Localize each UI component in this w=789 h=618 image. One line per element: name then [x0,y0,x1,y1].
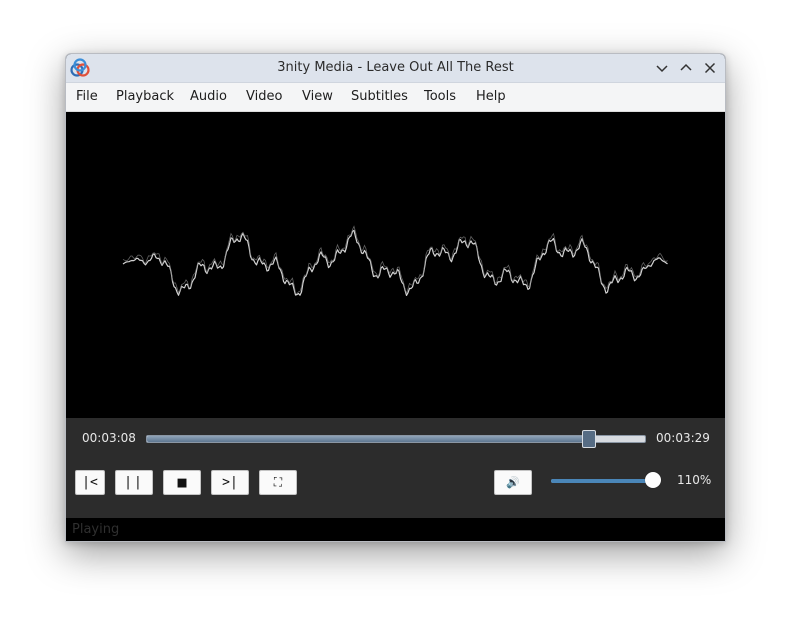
close-icon[interactable] [701,59,719,77]
waveform-shadow-line [122,225,668,295]
menu-video[interactable]: Video [246,83,282,111]
menu-view[interactable]: View [302,83,333,111]
minimize-icon[interactable] [653,59,671,77]
video-area[interactable] [66,112,725,418]
menu-playback[interactable]: Playback [116,83,174,111]
menu-subtitles[interactable]: Subtitles [351,83,408,111]
pause-button[interactable]: || [115,470,153,495]
volume-slider-handle[interactable] [644,472,661,488]
elapsed-time: 00:03:08 [82,431,136,445]
seek-bar-handle[interactable] [581,430,596,448]
window-title: 3nity Media - Leave Out All The Rest [277,60,514,75]
previous-button[interactable]: |< [75,470,105,495]
maximize-icon[interactable] [677,59,695,77]
menu-file[interactable]: File [76,83,98,111]
volume-slider-level [551,479,653,483]
audio-waveform-visualization [122,225,668,296]
next-button[interactable]: >| [211,470,249,495]
total-time: 00:03:29 [656,431,710,445]
control-panel: 00:03:08 00:03:29 |< || ■ >| ⛶ 🔊 110% [66,418,725,518]
stop-button[interactable]: ■ [163,470,201,495]
media-player-window: 3nity Media - Leave Out All The Rest Fil… [65,53,726,542]
seek-bar[interactable] [146,430,646,448]
seek-bar-progress [147,436,589,442]
title-bar[interactable]: 3nity Media - Leave Out All The Rest [66,54,725,83]
menu-tools[interactable]: Tools [424,83,456,111]
mute-button[interactable]: 🔊 [494,470,532,495]
volume-percentage: 110% [677,473,712,487]
menu-audio[interactable]: Audio [190,83,227,111]
status-text: Playing [72,522,120,537]
menu-help[interactable]: Help [476,83,506,111]
volume-slider[interactable] [551,472,661,488]
fullscreen-button[interactable]: ⛶ [259,470,297,495]
status-bar: Playing [66,518,725,541]
menu-bar: File Playback Audio Video View Subtitles… [66,83,725,112]
